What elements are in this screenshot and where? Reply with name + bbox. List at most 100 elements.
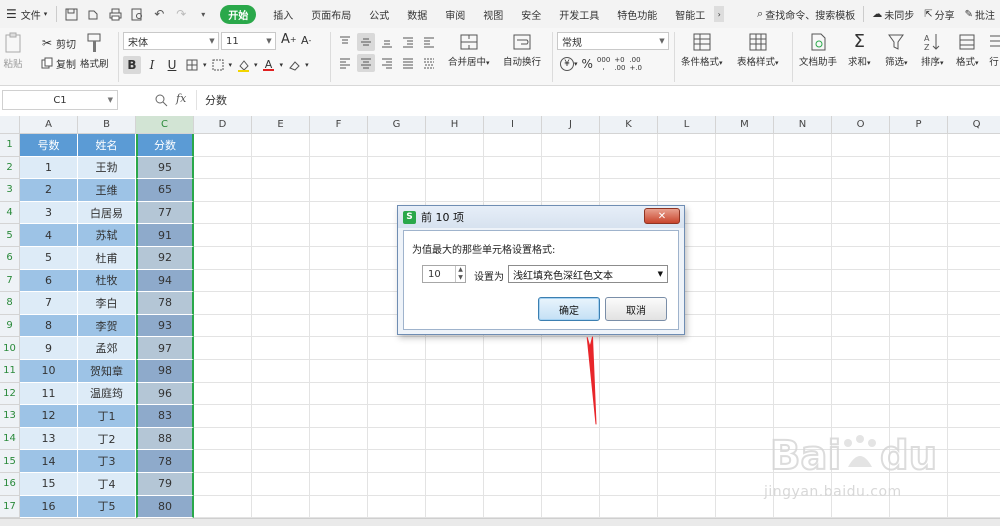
chevron-down-icon[interactable]: ▾ bbox=[203, 61, 207, 69]
empty-cell[interactable] bbox=[658, 134, 716, 157]
empty-cell[interactable] bbox=[252, 201, 310, 225]
fx-icon[interactable]: fx bbox=[176, 92, 186, 105]
tab-3[interactable]: 公式 bbox=[360, 0, 398, 28]
empty-cell[interactable] bbox=[194, 360, 252, 383]
column-header[interactable]: P bbox=[890, 116, 948, 134]
empty-cell[interactable] bbox=[368, 179, 426, 202]
empty-cell[interactable] bbox=[542, 179, 600, 202]
empty-cell[interactable] bbox=[194, 473, 252, 496]
distribute-icon[interactable] bbox=[420, 54, 438, 72]
table-cell[interactable]: 16 bbox=[20, 495, 78, 518]
empty-cell[interactable] bbox=[774, 360, 832, 383]
table-cell[interactable]: 79 bbox=[136, 473, 194, 496]
empty-cell[interactable] bbox=[252, 382, 310, 406]
empty-cell[interactable] bbox=[194, 134, 252, 157]
table-cell[interactable]: 10 bbox=[20, 360, 78, 383]
column-header[interactable]: E bbox=[252, 116, 310, 134]
copy-button[interactable]: 复制 bbox=[38, 54, 76, 72]
table-cell[interactable]: 96 bbox=[136, 382, 194, 406]
tab-2[interactable]: 页面布局 bbox=[302, 0, 360, 28]
table-cell[interactable]: 王勃 bbox=[78, 156, 136, 180]
empty-cell[interactable] bbox=[368, 360, 426, 383]
row-header[interactable]: 11 bbox=[0, 360, 20, 383]
empty-cell[interactable] bbox=[484, 473, 542, 496]
empty-cell[interactable] bbox=[774, 314, 832, 338]
empty-cell[interactable] bbox=[252, 269, 310, 293]
empty-cell[interactable] bbox=[716, 314, 774, 338]
empty-cell[interactable] bbox=[658, 450, 716, 473]
row-header[interactable]: 13 bbox=[0, 405, 20, 428]
empty-cell[interactable] bbox=[774, 224, 832, 247]
dialog-title-bar[interactable]: S 前 10 项 ✕ bbox=[398, 206, 684, 228]
empty-cell[interactable] bbox=[310, 382, 368, 406]
empty-cell[interactable] bbox=[368, 473, 426, 496]
search-commands[interactable]: ⌕ 查找命令、搜索模板 bbox=[752, 7, 860, 22]
empty-cell[interactable] bbox=[716, 360, 774, 383]
empty-cell[interactable] bbox=[310, 314, 368, 338]
empty-cell[interactable] bbox=[716, 247, 774, 270]
column-header[interactable]: A bbox=[20, 116, 78, 134]
empty-cell[interactable] bbox=[194, 156, 252, 180]
table-header-cell[interactable]: 姓名 bbox=[78, 134, 136, 157]
tab-scroll-right-icon[interactable]: › bbox=[714, 6, 725, 22]
export-icon[interactable] bbox=[82, 3, 104, 25]
row-header[interactable]: 17 bbox=[0, 495, 20, 518]
empty-cell[interactable] bbox=[542, 405, 600, 428]
empty-cell[interactable] bbox=[252, 292, 310, 315]
rows-button[interactable]: 行 bbox=[988, 32, 1000, 68]
empty-cell[interactable] bbox=[832, 337, 890, 360]
empty-cell[interactable] bbox=[484, 360, 542, 383]
table-cell[interactable]: 6 bbox=[20, 269, 78, 293]
justify-icon[interactable] bbox=[399, 54, 417, 72]
empty-cell[interactable] bbox=[658, 156, 716, 180]
table-cell[interactable]: 78 bbox=[136, 450, 194, 473]
table-cell[interactable]: 温庭筠 bbox=[78, 382, 136, 406]
empty-cell[interactable] bbox=[600, 337, 658, 360]
empty-cell[interactable] bbox=[948, 496, 1000, 518]
row-header[interactable]: 2 bbox=[0, 156, 20, 180]
empty-cell[interactable] bbox=[252, 179, 310, 202]
empty-cell[interactable] bbox=[252, 427, 310, 451]
empty-cell[interactable] bbox=[426, 360, 484, 383]
table-cell[interactable]: 88 bbox=[136, 427, 194, 451]
tab-1[interactable]: 插入 bbox=[264, 0, 302, 28]
empty-cell[interactable] bbox=[194, 337, 252, 360]
table-cell[interactable]: 3 bbox=[20, 201, 78, 225]
empty-cell[interactable] bbox=[194, 179, 252, 202]
bold-icon[interactable]: B bbox=[123, 56, 141, 74]
share-button[interactable]: ⇱ 分享 bbox=[919, 7, 959, 22]
table-cell[interactable]: 丁3 bbox=[78, 450, 136, 473]
cut-button[interactable]: ✂ 剪切 bbox=[38, 34, 76, 52]
column-header[interactable]: I bbox=[484, 116, 542, 134]
empty-cell[interactable] bbox=[948, 315, 1000, 338]
empty-cell[interactable] bbox=[832, 156, 890, 180]
empty-cell[interactable] bbox=[716, 269, 774, 293]
italic-icon[interactable]: I bbox=[143, 56, 161, 74]
comment-button[interactable]: ✎ 批注 bbox=[960, 7, 1000, 22]
empty-cell[interactable] bbox=[832, 224, 890, 247]
empty-cell[interactable] bbox=[658, 179, 716, 202]
empty-cell[interactable] bbox=[600, 134, 658, 157]
empty-cell[interactable] bbox=[774, 269, 832, 293]
empty-cell[interactable] bbox=[194, 450, 252, 473]
table-cell[interactable]: 杜牧 bbox=[78, 269, 136, 293]
empty-cell[interactable] bbox=[368, 134, 426, 157]
empty-cell[interactable] bbox=[310, 201, 368, 225]
empty-cell[interactable] bbox=[194, 292, 252, 315]
empty-cell[interactable] bbox=[252, 473, 310, 496]
row-header[interactable]: 4 bbox=[0, 201, 20, 225]
empty-cell[interactable] bbox=[890, 292, 948, 315]
empty-cell[interactable] bbox=[252, 314, 310, 338]
increase-font-icon[interactable]: A + bbox=[281, 32, 297, 47]
count-spinner[interactable]: 10 ▲ ▼ bbox=[422, 265, 466, 283]
empty-cell[interactable] bbox=[600, 473, 658, 496]
empty-cell[interactable] bbox=[948, 360, 1000, 383]
empty-cell[interactable] bbox=[252, 224, 310, 247]
tab-7[interactable]: 安全 bbox=[512, 0, 550, 28]
empty-cell[interactable] bbox=[542, 156, 600, 180]
empty-cell[interactable] bbox=[948, 383, 1000, 406]
row-header[interactable]: 3 bbox=[0, 179, 20, 202]
align-left-icon[interactable] bbox=[336, 54, 354, 72]
empty-cell[interactable] bbox=[716, 382, 774, 406]
empty-cell[interactable] bbox=[658, 427, 716, 451]
